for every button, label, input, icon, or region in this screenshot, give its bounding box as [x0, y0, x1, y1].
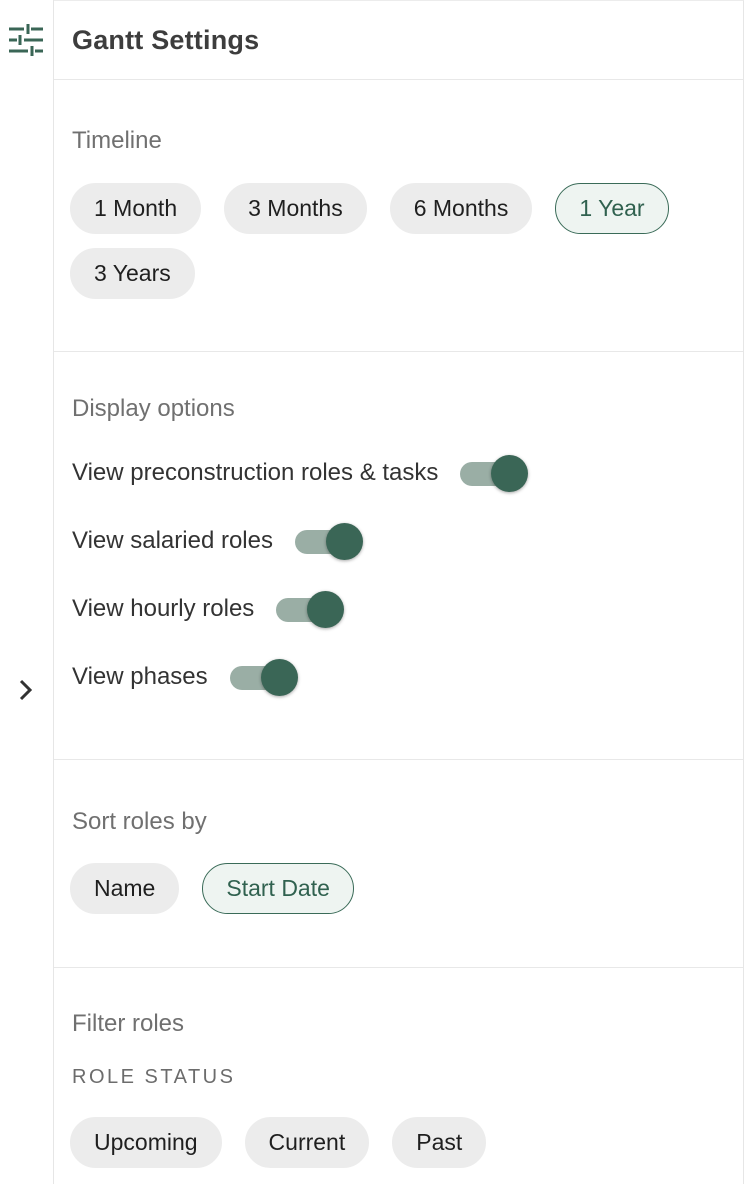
panel-title: Gantt Settings	[72, 24, 260, 55]
filter-chip-upcoming[interactable]: Upcoming	[70, 1117, 222, 1168]
sort-roles-section: Sort roles by Name Start Date	[54, 760, 743, 968]
sort-chips: Name Start Date	[70, 863, 743, 914]
filter-chip-current[interactable]: Current	[244, 1117, 370, 1168]
sort-chip-start-date[interactable]: Start Date	[202, 863, 354, 914]
toggle-row-preconstruction: View preconstruction roles & tasks	[70, 439, 743, 507]
sort-chip-name[interactable]: Name	[70, 863, 180, 914]
toggle-label-preconstruction: View preconstruction roles & tasks	[72, 459, 439, 486]
filter-roles-title: Filter roles	[72, 1010, 185, 1037]
panel-header: Gantt Settings	[54, 1, 743, 80]
display-options-section: Display options View preconstruction rol…	[54, 352, 743, 760]
role-status-label: ROLE STATUS	[72, 1066, 236, 1088]
timeline-chips: 1 Month 3 Months 6 Months 1 Year 3 Years	[70, 183, 743, 299]
toggle-label-hourly: View hourly roles	[72, 595, 255, 622]
toggle-row-hourly: View hourly roles	[70, 575, 743, 643]
timeline-section: Timeline 1 Month 3 Months 6 Months 1 Yea…	[54, 80, 743, 352]
timeline-chip-1-month[interactable]: 1 Month	[70, 183, 202, 234]
timeline-chip-6-months[interactable]: 6 Months	[389, 183, 533, 234]
display-options-title: Display options	[72, 395, 235, 422]
timeline-chip-1-year[interactable]: 1 Year	[555, 183, 669, 234]
timeline-title: Timeline	[72, 127, 162, 154]
filter-roles-section: Filter roles ROLE STATUS Upcoming Curren…	[54, 968, 743, 1168]
timeline-chip-3-months[interactable]: 3 Months	[224, 183, 367, 234]
toggle-salaried[interactable]	[295, 522, 363, 560]
gantt-settings-panel: Gantt Settings Timeline 1 Month 3 Months…	[54, 0, 744, 1184]
chevron-right-icon[interactable]	[12, 674, 40, 706]
toggle-preconstruction[interactable]	[460, 454, 529, 492]
side-rail	[0, 0, 54, 1184]
filter-chips: Upcoming Current Past	[70, 1117, 743, 1168]
sort-roles-title: Sort roles by	[72, 808, 207, 835]
tune-sliders-icon[interactable]	[8, 22, 44, 58]
filter-chip-past[interactable]: Past	[392, 1117, 487, 1168]
toggle-phases[interactable]	[229, 658, 298, 696]
timeline-chip-3-years[interactable]: 3 Years	[70, 248, 195, 299]
toggle-row-salaried: View salaried roles	[70, 507, 743, 575]
toggle-row-phases: View phases	[70, 643, 743, 711]
toggle-hourly[interactable]	[276, 590, 345, 628]
toggle-label-phases: View phases	[72, 663, 208, 690]
toggle-label-salaried: View salaried roles	[72, 527, 273, 554]
